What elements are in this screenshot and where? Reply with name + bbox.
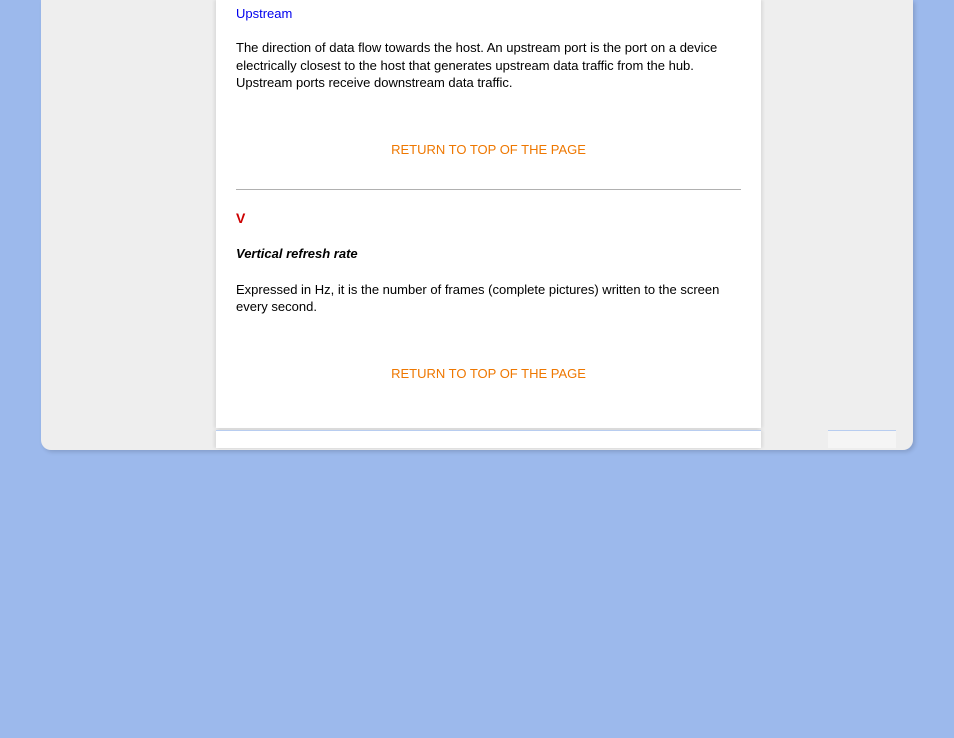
footer-strip-center: [216, 430, 761, 448]
return-to-top-link[interactable]: RETURN TO TOP OF THE PAGE: [391, 366, 586, 381]
return-to-top-wrapper-2: RETURN TO TOP OF THE PAGE: [236, 366, 741, 381]
term-upstream-title: Upstream: [236, 6, 741, 21]
document-frame: Upstream The direction of data flow towa…: [41, 0, 913, 450]
section-letter-v: V: [236, 210, 741, 226]
term-vertical-refresh-title: Vertical refresh rate: [236, 246, 741, 261]
content-panel: Upstream The direction of data flow towa…: [216, 0, 761, 428]
term-upstream-body: The direction of data flow towards the h…: [236, 39, 741, 92]
footer-strip-right: [828, 430, 896, 448]
term-vertical-refresh-body: Expressed in Hz, it is the number of fra…: [236, 281, 741, 316]
return-to-top-wrapper-1: RETURN TO TOP OF THE PAGE: [236, 142, 741, 157]
return-to-top-link[interactable]: RETURN TO TOP OF THE PAGE: [391, 142, 586, 157]
section-divider: [236, 189, 741, 190]
